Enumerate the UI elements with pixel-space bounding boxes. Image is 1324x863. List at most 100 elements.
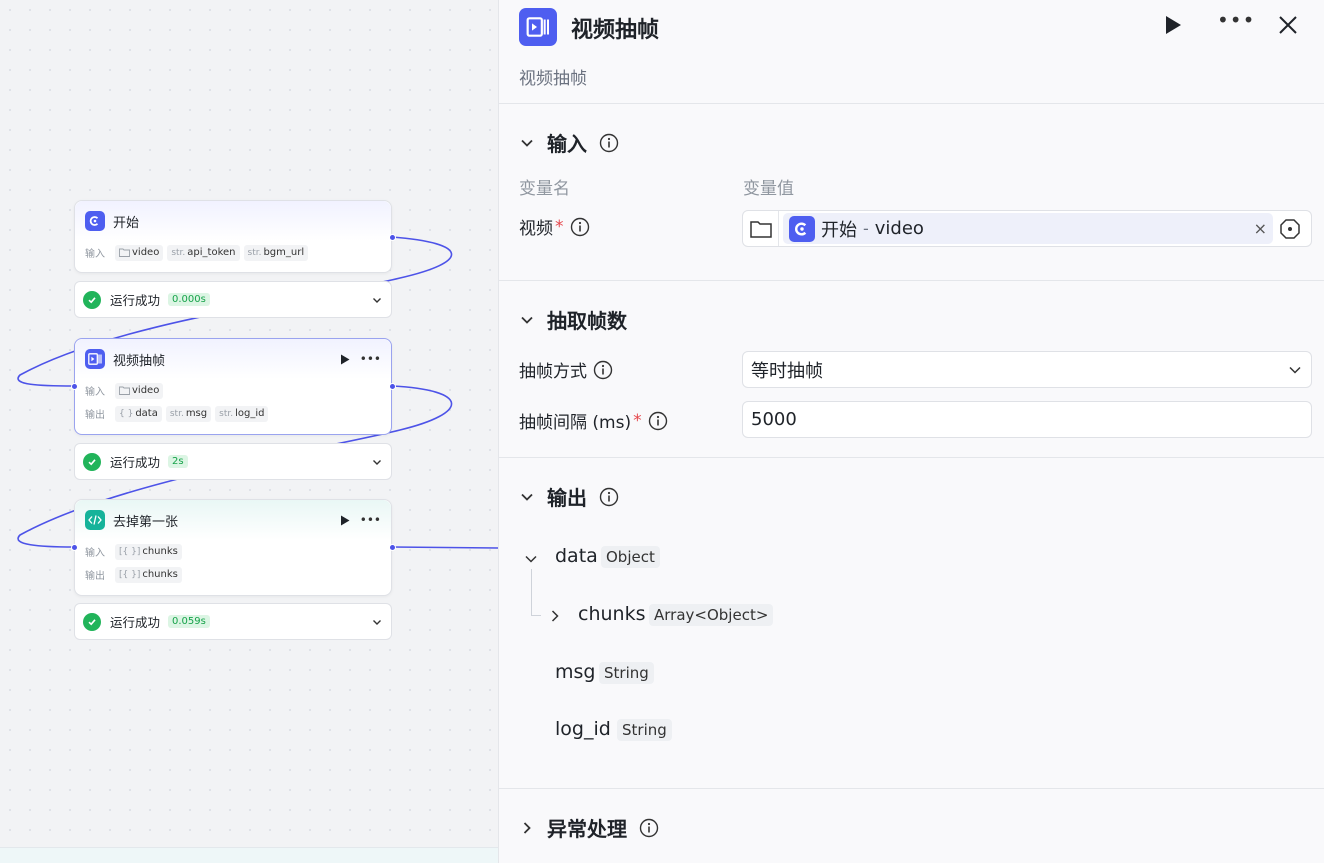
clear-icon[interactable]: × <box>1254 219 1267 238</box>
run-status-label: 运行成功 <box>110 293 161 308</box>
info-icon[interactable] <box>599 487 619 507</box>
chevron-right-icon[interactable] <box>519 820 535 836</box>
required-mark: * <box>555 216 564 237</box>
chevron-down-icon[interactable] <box>519 312 535 328</box>
column-header-value: 变量值 <box>743 179 794 199</box>
section-frames-header[interactable]: 抽取帧数 <box>519 305 627 334</box>
var-tag: str. log_id <box>215 405 269 422</box>
output-name: msg <box>555 661 596 683</box>
info-icon[interactable] <box>593 360 613 380</box>
var-name: msg <box>185 408 208 419</box>
tree-connector <box>531 615 541 616</box>
chevron-down-icon[interactable] <box>371 294 383 306</box>
edge-code-to-next <box>391 546 498 549</box>
frame-interval-input[interactable]: 5000 <box>742 401 1312 438</box>
output-name: data <box>555 545 598 567</box>
row-label: 输入 <box>85 387 105 398</box>
output-type-badge: Object <box>601 546 660 568</box>
param-label-interval: 抽帧间隔 (ms) * <box>519 408 668 433</box>
var-name: api_token <box>187 247 236 258</box>
var-name: video <box>132 385 160 396</box>
folder-icon[interactable] <box>743 211 779 246</box>
node-start[interactable]: 开始 输入 video str. api_token str. bgm_url <box>74 200 396 273</box>
node-input-row: 输入 [{ }] chunks <box>75 540 391 563</box>
panel-description[interactable]: 视频抽帧 <box>519 64 587 89</box>
section-exception-header[interactable]: 异常处理 <box>519 813 659 842</box>
run-status-bar[interactable]: 运行成功 0.059s <box>74 603 392 640</box>
row-label: 输入 <box>85 548 105 559</box>
workflow-canvas[interactable]: 开始 输入 video str. api_token str. bgm_url 运行… <box>0 0 498 863</box>
run-status-bar[interactable]: 运行成功 2s <box>74 443 392 480</box>
node-code[interactable]: 去掉第一张 ••• 输入 [{ }] chunks 输出 [{ }] chunks <box>71 499 396 596</box>
var-type: str. <box>171 247 186 258</box>
canvas-bottom-strip <box>0 847 498 863</box>
success-check-icon <box>83 612 101 631</box>
play-icon[interactable] <box>1163 14 1183 36</box>
output-port[interactable] <box>389 234 396 241</box>
folder-icon <box>119 248 130 257</box>
video-reference-field[interactable]: 开始 - video × <box>742 210 1312 247</box>
play-icon[interactable] <box>340 354 350 365</box>
var-type: { } <box>119 408 134 419</box>
var-tag: video <box>115 382 164 399</box>
var-tag: [{ }] chunks <box>115 566 182 583</box>
chevron-down-icon[interactable] <box>371 616 383 628</box>
var-tag: { } data <box>115 405 162 422</box>
section-input-header[interactable]: 输入 <box>519 128 619 157</box>
var-name: video <box>132 247 160 258</box>
var-name: bgm_url <box>263 247 305 258</box>
frame-mode-select[interactable]: 等时抽帧 <box>742 351 1312 388</box>
info-icon[interactable] <box>599 133 619 153</box>
chevron-right-icon[interactable] <box>547 608 563 624</box>
node-video-frame[interactable]: 视频抽帧 ••• 输入 video 输出 { } data str. msg str… <box>71 338 396 435</box>
section-output-header[interactable]: 输出 <box>519 482 619 511</box>
var-type: str. <box>247 247 262 258</box>
param-label-text: 抽帧方式 <box>519 362 587 382</box>
start-node-icon <box>85 211 105 231</box>
chevron-down-icon[interactable] <box>519 135 535 151</box>
input-port[interactable] <box>71 383 78 390</box>
info-icon[interactable] <box>648 411 668 431</box>
info-icon[interactable] <box>570 217 590 237</box>
var-name: chunks <box>142 546 178 557</box>
play-icon[interactable] <box>340 515 350 526</box>
ref-node-name: 开始 <box>821 219 857 241</box>
output-port[interactable] <box>389 383 396 390</box>
node-output-row: 输出 { } data str. msg str. log_id <box>75 402 391 425</box>
node-title: 视频抽帧 <box>113 353 166 369</box>
var-name: log_id <box>235 408 265 419</box>
more-icon[interactable]: ••• <box>360 352 381 366</box>
section-title: 输入 <box>547 132 587 156</box>
node-input-row: 输入 video str. api_token str. bgm_url <box>75 241 391 264</box>
output-type-badge: String <box>617 719 672 741</box>
close-icon[interactable] <box>1277 14 1299 36</box>
code-icon <box>85 510 105 530</box>
ref-separator: - <box>863 219 869 238</box>
ref-var-name: video <box>874 218 924 239</box>
variable-reference-chip[interactable]: 开始 - video × <box>783 213 1273 244</box>
section-title: 输出 <box>547 486 587 510</box>
success-check-icon <box>83 452 101 471</box>
info-icon[interactable] <box>639 818 659 838</box>
chevron-down-icon[interactable] <box>523 551 539 567</box>
node-input-row: 输入 video <box>75 379 391 402</box>
run-status-bar[interactable]: 运行成功 0.000s <box>74 281 392 318</box>
more-icon[interactable]: ••• <box>1217 8 1255 32</box>
var-type: str. <box>219 408 234 419</box>
node-output-row: 输出 [{ }] chunks <box>75 563 391 586</box>
section-title: 抽取帧数 <box>547 309 627 333</box>
section-divider <box>499 788 1324 789</box>
node-header: 开始 <box>75 201 391 241</box>
output-type-badge: String <box>599 662 654 684</box>
success-check-icon <box>83 290 101 309</box>
input-port[interactable] <box>71 544 78 551</box>
output-port[interactable] <box>389 544 396 551</box>
variable-picker-icon[interactable] <box>1273 218 1307 240</box>
panel-title: 视频抽帧 <box>571 18 660 43</box>
output-name: chunks <box>578 603 646 625</box>
chevron-down-icon[interactable] <box>371 456 383 468</box>
chevron-down-icon[interactable] <box>519 489 535 505</box>
more-icon[interactable]: ••• <box>360 513 381 527</box>
video-frame-icon <box>519 8 557 46</box>
chevron-down-icon <box>1289 366 1301 374</box>
